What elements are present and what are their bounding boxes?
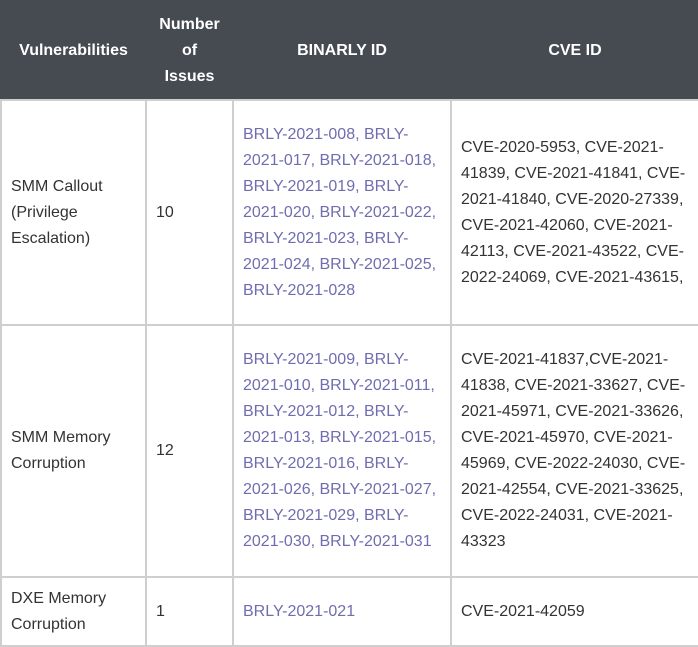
vulnerability-cell: SMM Memory Corruption xyxy=(0,324,147,578)
issue-count-cell: 1 xyxy=(145,576,234,647)
binarly-id-links[interactable]: BRLY-2021-009, BRLY-2021-010, BRLY-2021-… xyxy=(232,324,452,578)
binarly-id-links[interactable]: BRLY-2021-008, BRLY-2021-017, BRLY-2021-… xyxy=(232,99,452,326)
header-number-of-issues: Number of Issues xyxy=(145,0,234,101)
binarly-id-links[interactable]: BRLY-2021-021 xyxy=(232,576,452,647)
table-row: SMM Memory Corruption 12 BRLY-2021-009, … xyxy=(0,324,698,578)
vulnerabilities-table: Vulnerabilities Number of Issues BINARLY… xyxy=(0,0,698,647)
table-row: DXE Memory Corruption 1 BRLY-2021-021 CV… xyxy=(0,576,698,647)
cve-id-cell: CVE-2020-5953, CVE-2021-41839, CVE-2021-… xyxy=(450,99,698,326)
issue-count-cell: 12 xyxy=(145,324,234,578)
table-row: SMM Callout (Privilege Escalation) 10 BR… xyxy=(0,99,698,326)
cve-id-cell: CVE-2021-41837,CVE-2021-41838, CVE-2021-… xyxy=(450,324,698,578)
issue-count-cell: 10 xyxy=(145,99,234,326)
header-vulnerabilities: Vulnerabilities xyxy=(0,0,147,101)
header-cve-id: CVE ID xyxy=(450,0,698,101)
header-row: Vulnerabilities Number of Issues BINARLY… xyxy=(0,0,698,101)
cve-id-cell: CVE-2021-42059 xyxy=(450,576,698,647)
header-binarly-id: BINARLY ID xyxy=(232,0,452,101)
vulnerability-cell: DXE Memory Corruption xyxy=(0,576,147,647)
vulnerability-cell: SMM Callout (Privilege Escalation) xyxy=(0,99,147,326)
